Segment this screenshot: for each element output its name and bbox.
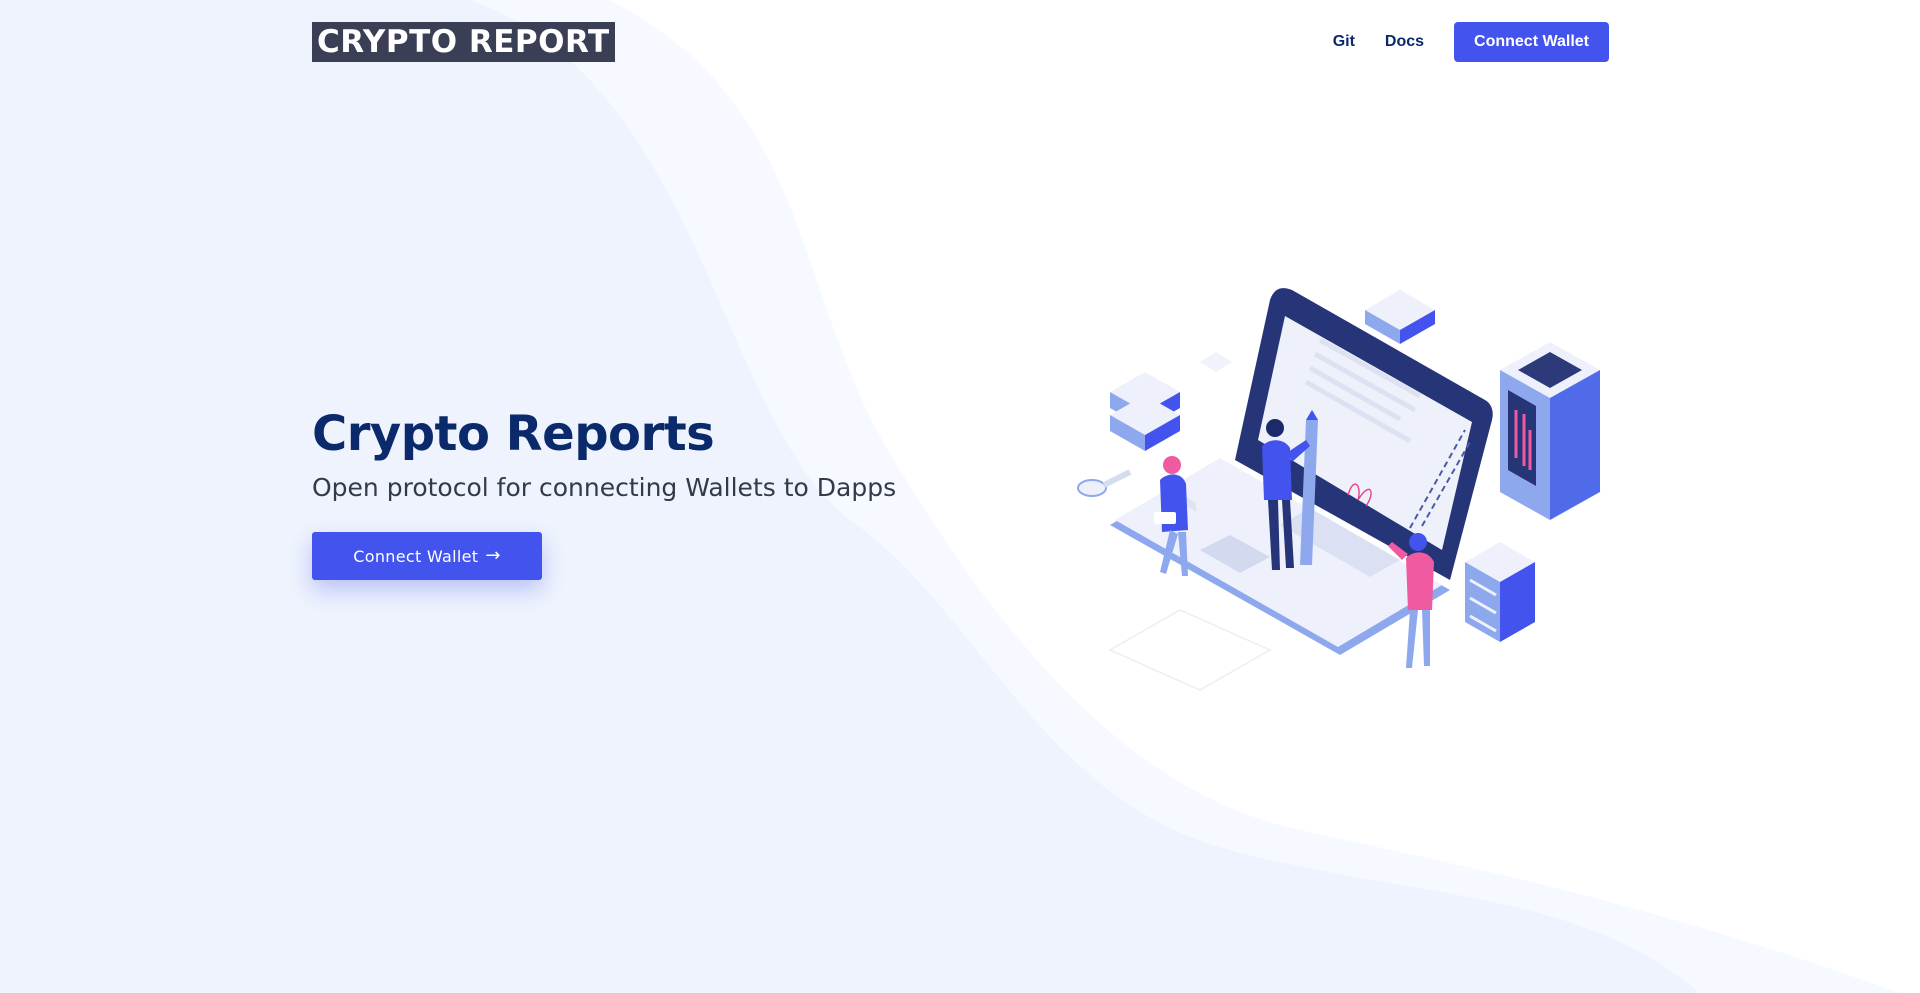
server-top-icon xyxy=(1365,290,1435,344)
hero-subtitle: Open protocol for connecting Wallets to … xyxy=(312,473,897,502)
nav-link-git[interactable]: Git xyxy=(1333,33,1355,51)
nav-links: Git Docs Connect Wallet xyxy=(1333,22,1609,62)
hero-section: Crypto Reports Open protocol for connect… xyxy=(312,404,896,580)
hero-cta-label: Connect Wallet xyxy=(353,546,479,566)
hero-illustration xyxy=(1077,288,1630,691)
site-logo[interactable]: CRYPTO REPORT xyxy=(312,22,615,62)
arrow-right-icon: → xyxy=(485,545,501,566)
connect-wallet-button[interactable]: Connect Wallet xyxy=(1454,22,1609,62)
navbar: CRYPTO REPORT Git Docs Connect Wallet xyxy=(312,22,1609,62)
server-stack-left-icon xyxy=(1110,372,1180,451)
background-wave xyxy=(0,0,1900,993)
page: CRYPTO REPORT Git Docs Connect Wallet Cr… xyxy=(0,0,1920,993)
nav-link-docs[interactable]: Docs xyxy=(1385,33,1424,51)
server-tower-icon xyxy=(1500,342,1630,520)
server-stack-right-icon xyxy=(1465,542,1535,642)
hero-connect-wallet-button[interactable]: Connect Wallet → xyxy=(312,532,542,580)
hero-title: Crypto Reports xyxy=(312,406,715,462)
key-icon xyxy=(1077,469,1132,497)
